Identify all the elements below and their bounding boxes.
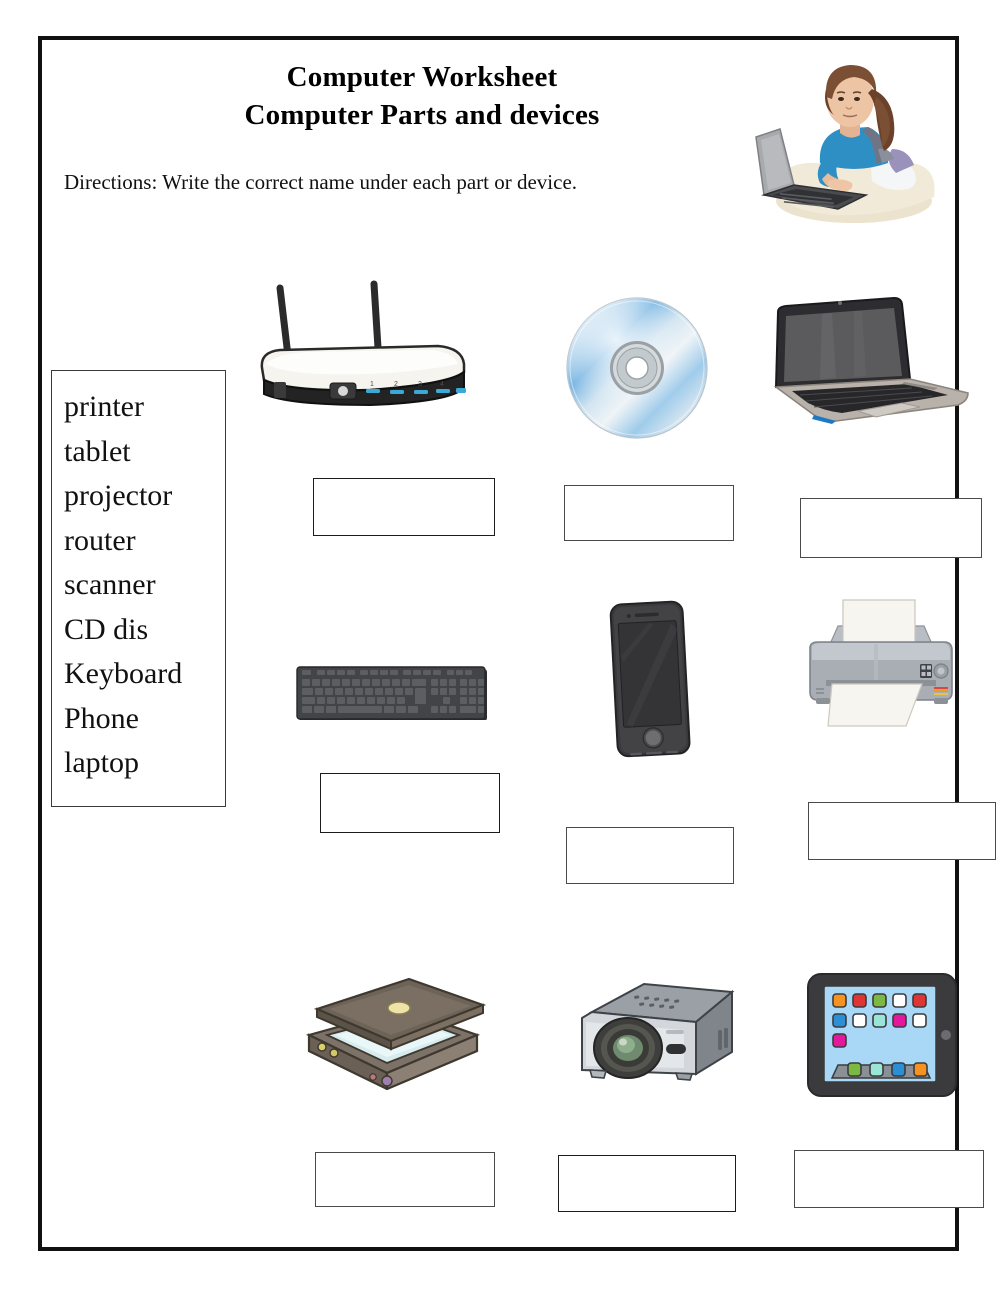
device-cell-router: 1 2 3 4 <box>250 272 495 537</box>
answer-box-projector[interactable] <box>558 1155 736 1212</box>
svg-text:4: 4 <box>440 381 444 388</box>
svg-text:1: 1 <box>370 381 374 388</box>
device-cell-phone <box>542 595 772 885</box>
printer-image <box>809 599 953 727</box>
word-bank: printer tablet projector router scanner … <box>51 370 226 807</box>
word-bank-item: printer <box>64 390 144 423</box>
answer-box-cd-disc[interactable] <box>564 485 734 541</box>
laptop-image <box>773 296 969 424</box>
answer-box-router[interactable] <box>313 478 495 536</box>
device-cell-keyboard <box>257 625 500 855</box>
svg-text:3: 3 <box>418 381 422 388</box>
word-bank-item: scanner <box>64 568 156 601</box>
word-bank-item: laptop <box>64 746 139 779</box>
device-cell-printer <box>762 588 996 878</box>
word-bank-item: Keyboard <box>64 657 183 690</box>
answer-box-phone[interactable] <box>566 827 734 884</box>
word-bank-item: Phone <box>64 701 139 735</box>
device-cell-laptop <box>762 285 982 560</box>
word-bank-item: router <box>64 523 136 557</box>
word-bank-list: printer tablet projector router scanner … <box>64 385 225 786</box>
projector-image <box>581 982 735 1081</box>
word-bank-item: tablet <box>64 434 131 468</box>
answer-box-laptop[interactable] <box>800 498 982 558</box>
answer-box-keyboard[interactable] <box>320 773 500 833</box>
svg-text:2: 2 <box>394 381 398 388</box>
device-cell-cd-disc <box>542 295 772 555</box>
answer-box-scanner[interactable] <box>315 1152 495 1207</box>
page-title: Computer Worksheet Computer Parts and de… <box>42 58 802 134</box>
word-bank-item: CD dis <box>64 612 149 646</box>
girl-using-laptop-illustration <box>755 65 935 223</box>
answer-box-printer[interactable] <box>808 802 996 860</box>
worksheet-page: Computer Worksheet Computer Parts and de… <box>38 36 996 1251</box>
title-line-1: Computer Worksheet <box>286 61 558 93</box>
device-cell-projector <box>542 970 772 1215</box>
smartphone-image <box>609 600 691 758</box>
keyboard-image <box>296 666 487 720</box>
directions-text: Directions: Write the correct name under… <box>64 170 578 194</box>
word-bank-item: projector <box>64 479 173 512</box>
title-line-2: Computer Parts and devices <box>244 99 600 131</box>
flatbed-scanner-image <box>305 977 487 1090</box>
router-image: 1 2 3 4 <box>260 280 466 407</box>
tablet-image <box>807 973 957 1097</box>
device-cell-scanner <box>257 965 502 1215</box>
device-cell-tablet <box>762 960 987 1215</box>
cd-disc-image <box>566 297 708 439</box>
answer-box-tablet[interactable] <box>794 1150 984 1208</box>
